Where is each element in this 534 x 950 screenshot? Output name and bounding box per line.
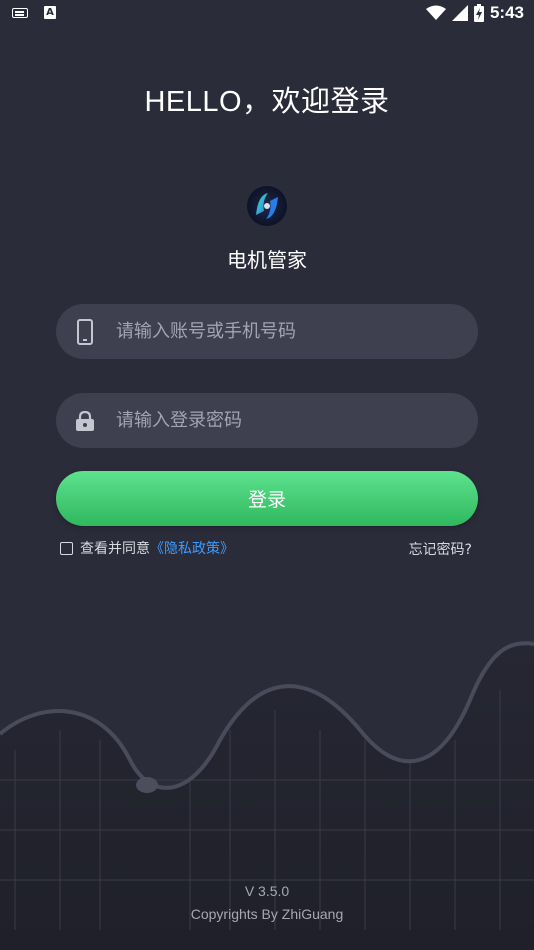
account-field[interactable] [56, 304, 478, 359]
a-app-icon: A [44, 6, 56, 19]
app-logo-icon [247, 186, 287, 226]
status-bar: A 5:43 [0, 0, 534, 28]
battery-icon [473, 4, 484, 22]
status-time: 5:43 [489, 3, 524, 22]
agree-label: 查看并同意 [80, 541, 150, 557]
password-field[interactable] [56, 393, 478, 448]
signal-icon [451, 5, 468, 21]
forgot-password-link[interactable]: 忘记密码? [409, 539, 472, 559]
phone-icon [74, 318, 96, 346]
agree-checkbox[interactable] [60, 541, 73, 555]
account-input[interactable] [114, 320, 478, 343]
login-button[interactable]: 登录 [56, 471, 478, 526]
copyright-text: Copyrights By ZhiGuang [190, 906, 344, 922]
privacy-policy-link[interactable]: 《隐私政策》 [150, 538, 234, 558]
privacy-agreement: 查看并同意 《隐私政策》 [60, 538, 234, 558]
password-input[interactable] [114, 409, 478, 432]
app-version: V 3.5.0 [244, 883, 290, 899]
wave-background-decoration [0, 641, 534, 950]
lock-icon [74, 407, 96, 435]
welcome-title: HELLO，欢迎登录 [144, 86, 390, 118]
wifi-icon [425, 5, 446, 20]
app-name: 电机管家 [227, 248, 307, 272]
keyboard-icon [12, 7, 28, 18]
